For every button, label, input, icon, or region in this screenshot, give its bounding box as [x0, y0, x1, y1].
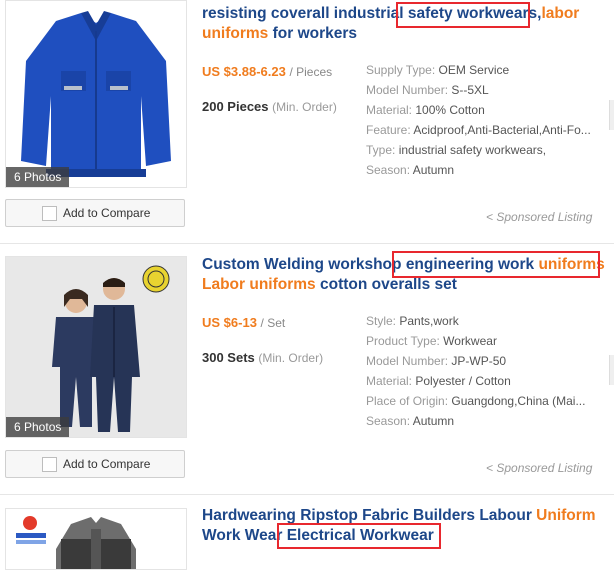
- attribute-row: Feature: Acidproof,Anti-Bacterial,Anti-F…: [366, 123, 591, 137]
- attribute-row: Supply Type: OEM Service: [366, 63, 510, 77]
- title-line: Labor uniforms cotton overalls set: [202, 276, 457, 293]
- sponsored-listing-label[interactable]: < Sponsored Listing: [486, 210, 592, 224]
- attribute-list-2: Style: Pants,work Product Type: Workwear…: [366, 311, 611, 431]
- blue-jacket-image: [6, 1, 186, 187]
- price-unit: / Set: [260, 316, 286, 330]
- side-scroll-tab[interactable]: [609, 355, 614, 385]
- attribute-list-1: Supply Type: OEM Service Model Number: S…: [366, 60, 611, 180]
- grey-jacket-image: [6, 509, 186, 569]
- workers-uniform-image: [6, 257, 186, 437]
- divider: [0, 494, 614, 495]
- attribute-row: Material: 100% Cotton: [366, 103, 485, 117]
- compare-label: Add to Compare: [63, 457, 151, 471]
- min-order: 300 Sets (Min. Order): [202, 350, 323, 365]
- product-image-1[interactable]: 6 Photos: [5, 0, 187, 188]
- attribute-row: Season: Autumn: [366, 414, 455, 428]
- price: US $6-13 / Set: [202, 315, 285, 330]
- add-to-compare-button[interactable]: Add to Compare: [5, 450, 185, 478]
- attribute-row: Style: Pants,work: [366, 314, 459, 328]
- compare-checkbox[interactable]: [42, 457, 57, 472]
- compare-checkbox[interactable]: [42, 206, 57, 221]
- attribute-row: Model Number: S--5XL: [366, 83, 489, 97]
- sponsored-listing-label[interactable]: < Sponsored Listing: [486, 461, 592, 475]
- highlight-box: [392, 251, 600, 278]
- compare-label: Add to Compare: [63, 206, 151, 220]
- moq-label: (Min. Order): [258, 351, 324, 365]
- add-to-compare-button[interactable]: Add to Compare: [5, 199, 185, 227]
- attribute-row: Place of Origin: Guangdong,China (Mai...: [366, 394, 586, 408]
- attribute-row: Type: industrial safety workwears,: [366, 143, 547, 157]
- highlight-box: [396, 2, 530, 28]
- price-value: US $6-13: [202, 315, 257, 330]
- divider: [0, 243, 614, 244]
- price-unit: / Pieces: [289, 65, 333, 79]
- min-order: 200 Pieces (Min. Order): [202, 99, 337, 114]
- highlight-box: [277, 523, 441, 549]
- title-text: resisting coverall industrial: [202, 5, 408, 22]
- moq-value: 300 Sets: [202, 350, 255, 365]
- photo-count-badge[interactable]: 6 Photos: [6, 167, 70, 187]
- moq-value: 200 Pieces: [202, 99, 269, 114]
- price-value: US $3.88-6.23: [202, 64, 286, 79]
- attribute-row: Model Number: JP-WP-50: [366, 354, 507, 368]
- title-text: for workers: [268, 25, 358, 42]
- photo-count-badge[interactable]: 6 Photos: [6, 417, 70, 437]
- attribute-row: Product Type: Workwear: [366, 334, 497, 348]
- moq-label: (Min. Order): [272, 100, 337, 114]
- attribute-row: Season: Autumn: [366, 163, 455, 177]
- side-scroll-tab[interactable]: [609, 100, 614, 130]
- price: US $3.88-6.23 / Pieces: [202, 64, 332, 79]
- attribute-row: Material: Polyester / Cotton: [366, 374, 511, 388]
- product-image-2[interactable]: 6 Photos: [5, 256, 187, 438]
